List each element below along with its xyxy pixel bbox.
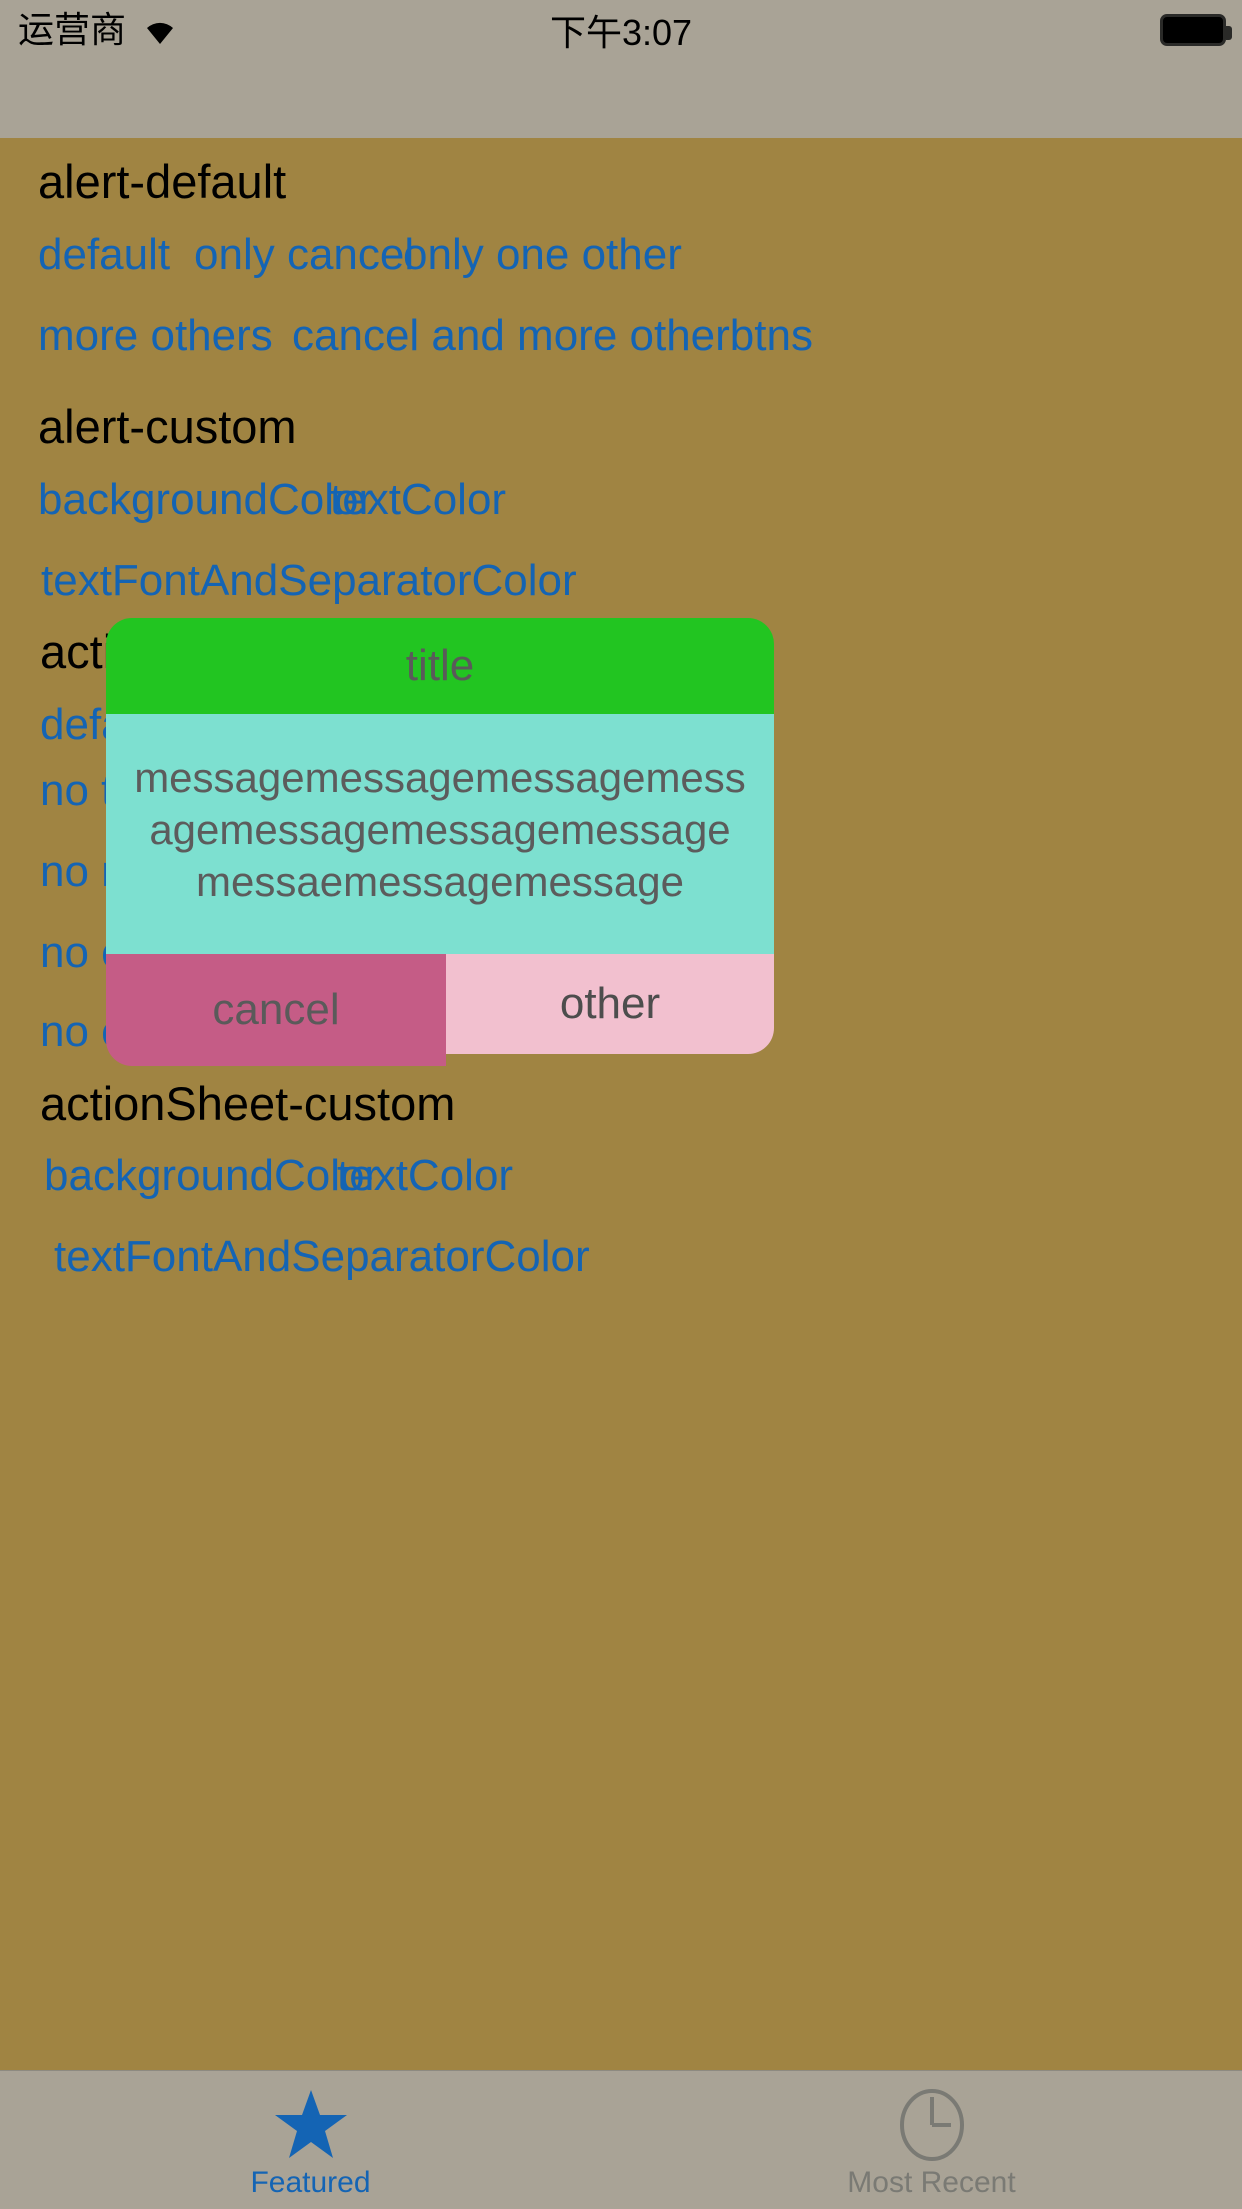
link-alert-more-others[interactable]: more others [38, 311, 273, 361]
tab-most-recent-label: Most Recent [847, 2166, 1016, 2199]
link-alert-background-color[interactable]: backgroundColor [38, 475, 373, 525]
status-bar: 运营商 下午3:07 [0, 0, 1242, 60]
link-alert-only-cancel[interactable]: only cancel [194, 230, 414, 280]
link-actionsheet-text-color[interactable]: textColor [337, 1151, 513, 1201]
tab-bar: Featured Most Recent [0, 2070, 1242, 2209]
clock-icon [897, 2089, 967, 2161]
section-heading-alert-default: alert-default [38, 155, 287, 208]
tab-featured-label: Featured [250, 2166, 371, 2199]
tab-most-recent[interactable]: Most Recent [621, 2071, 1242, 2209]
scroll-content[interactable]: alert-default default only cancel only o… [0, 138, 1242, 2070]
link-actionsheet-background-color[interactable]: backgroundColor [44, 1151, 379, 1201]
alert-dialog: title messagemessagemessagemessagemessag… [106, 618, 774, 1066]
status-bar-right [1160, 0, 1232, 60]
link-alert-text-color[interactable]: textColor [330, 475, 506, 525]
navigation-bar [0, 60, 1242, 138]
link-alert-default[interactable]: default [38, 230, 170, 280]
alert-message: messagemessagemessagemessagemessagemessa… [106, 714, 774, 954]
alert-button-row: cancel other [106, 954, 774, 1066]
section-heading-actionsheet-custom: actionSheet-custom [40, 1077, 456, 1130]
link-alert-only-one-other[interactable]: only one other [403, 230, 682, 280]
link-actionsheet-text-font-and-separator-color[interactable]: textFontAndSeparatorColor [54, 1232, 590, 1282]
alert-other-button[interactable]: other [446, 954, 774, 1054]
app-screen: 运营商 下午3:07 alert-default default only ca… [0, 0, 1242, 2209]
status-bar-center: 下午3:07 [0, 0, 1242, 60]
section-heading-alert-custom: alert-custom [38, 400, 297, 453]
star-icon [273, 2090, 349, 2160]
link-alert-text-font-and-separator-color[interactable]: textFontAndSeparatorColor [41, 556, 577, 606]
battery-full-icon [1160, 14, 1232, 46]
alert-title: title [106, 618, 774, 714]
tab-featured[interactable]: Featured [0, 2071, 621, 2209]
alert-cancel-button[interactable]: cancel [106, 954, 446, 1066]
link-alert-cancel-and-more-otherbtns[interactable]: cancel and more otherbtns [292, 311, 813, 361]
clock-label: 下午3:07 [549, 12, 693, 53]
